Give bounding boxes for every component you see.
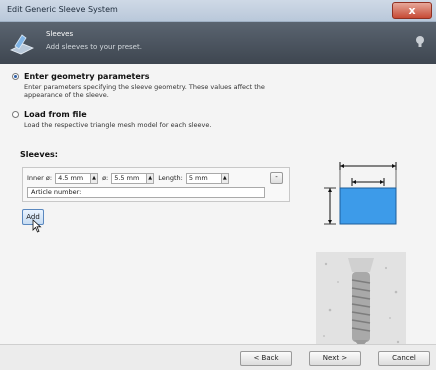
close-button[interactable]: x (392, 2, 432, 19)
mouse-cursor-icon (32, 219, 42, 233)
outer-diameter-input[interactable]: 5.5 mm (111, 172, 148, 184)
outer-diameter-spinner[interactable]: ▲ (147, 172, 155, 184)
sleeve-geometry-diagram (324, 162, 397, 225)
option-load-file-description: Load the respective triangle mesh model … (24, 121, 212, 129)
article-number-field[interactable]: Article number: (27, 187, 265, 198)
remove-sleeve-button[interactable]: - (270, 172, 283, 184)
length-input[interactable]: 5 mm (185, 172, 222, 184)
radio-geometry[interactable] (12, 73, 19, 80)
wizard-header: Sleeves Add sleeves to your preset. (0, 22, 436, 64)
option-geometry-label: Enter geometry parameters (24, 72, 150, 81)
back-button[interactable]: < Back (240, 351, 292, 366)
window-title: Edit Generic Sleeve System (7, 5, 118, 14)
title-bar: Edit Generic Sleeve System x (0, 0, 436, 22)
sleeve-entry: Inner ø: 4.5 mm ▲ ø: 5.5 mm ▲ Length: 5 … (22, 167, 290, 202)
radio-load-file[interactable] (12, 111, 19, 118)
header-subtitle: Add sleeves to your preset. (46, 43, 142, 51)
option-geometry-description: Enter parameters specifying the sleeve g… (24, 83, 265, 99)
cancel-button[interactable]: Cancel (378, 351, 430, 366)
wizard-footer: < Back Next > Cancel (0, 345, 436, 370)
outer-diameter-label: ø: (102, 174, 109, 182)
inner-diameter-input[interactable]: 4.5 mm (55, 172, 92, 184)
inner-diameter-spinner[interactable]: ▲ (91, 172, 99, 184)
sleeve-wizard-icon (10, 34, 34, 55)
header-title: Sleeves (46, 30, 74, 38)
length-label: Length: (158, 174, 183, 182)
content-panel: Enter geometry parameters Enter paramete… (0, 64, 436, 362)
length-spinner[interactable]: ▲ (221, 172, 229, 184)
option-geometry[interactable]: Enter geometry parameters Enter paramete… (12, 72, 294, 99)
inner-diameter-label: Inner ø: (27, 174, 53, 182)
help-icon[interactable] (414, 35, 426, 49)
sleeves-label: Sleeves: (20, 150, 58, 159)
next-button[interactable]: Next > (309, 351, 361, 366)
option-load-file-label: Load from file (24, 110, 87, 119)
option-load-file[interactable]: Load from file Load the respective trian… (12, 110, 294, 129)
